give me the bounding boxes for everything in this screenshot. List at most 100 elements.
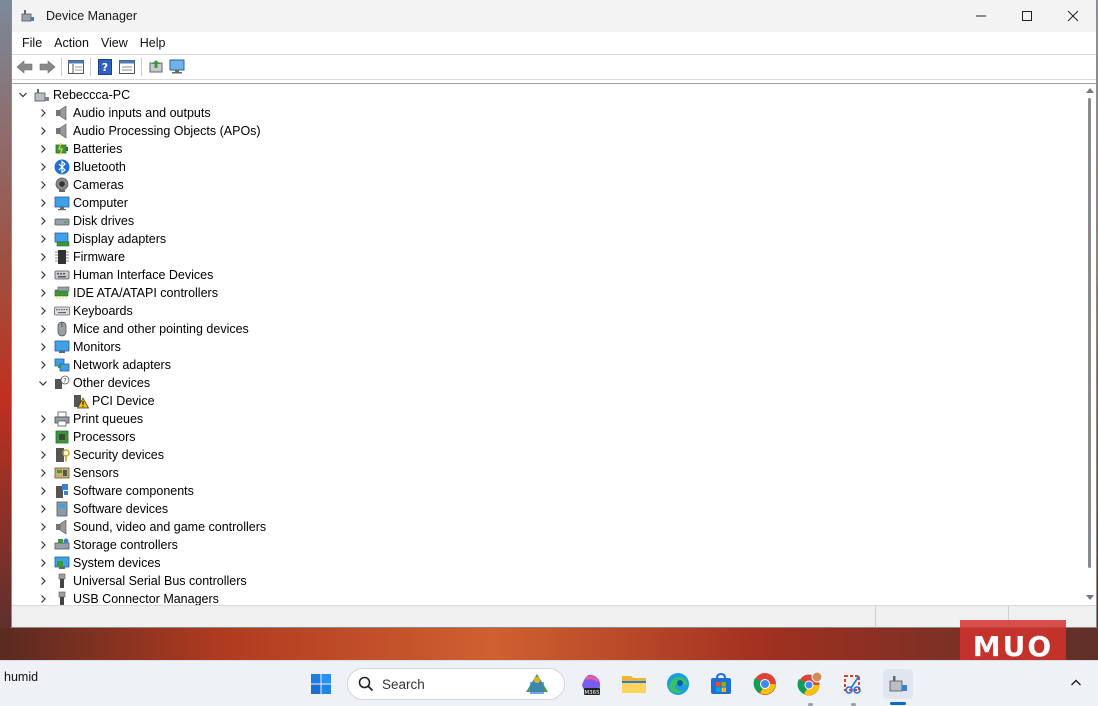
- menu-bar: File Action View Help: [12, 32, 1096, 54]
- tree-root[interactable]: Rebeccca-PC: [12, 86, 1082, 104]
- tree-item-sensors[interactable]: Sensors: [12, 464, 1082, 482]
- tree-item-storage-controllers[interactable]: Storage controllers: [12, 536, 1082, 554]
- scrollbar-thumb[interactable]: [1088, 98, 1091, 568]
- tree-item-ide-ata-atapi-controllers[interactable]: IDE ATA/ATAPI controllers: [12, 284, 1082, 302]
- chrome-profile-icon[interactable]: [795, 669, 825, 699]
- tree-item-audio-processing-objects-apos[interactable]: Audio Processing Objects (APOs): [12, 122, 1082, 140]
- collapse-chevron-icon[interactable]: [16, 86, 30, 104]
- copilot-m365-icon[interactable]: M365: [576, 669, 606, 699]
- expand-chevron-icon[interactable]: [36, 356, 50, 374]
- menu-file[interactable]: File: [16, 36, 48, 50]
- system-device-icon: [54, 555, 70, 571]
- taskbar-search-box[interactable]: Search: [347, 668, 565, 700]
- tree-item-mice-and-other-pointing-devices[interactable]: Mice and other pointing devices: [12, 320, 1082, 338]
- expand-chevron-icon[interactable]: [36, 302, 50, 320]
- expand-chevron-icon[interactable]: [36, 536, 50, 554]
- printer-icon: [54, 411, 70, 427]
- expand-chevron-icon[interactable]: [36, 158, 50, 176]
- expand-chevron-icon[interactable]: [36, 122, 50, 140]
- close-button[interactable]: [1050, 0, 1096, 32]
- tree-item-display-adapters[interactable]: Display adapters: [12, 230, 1082, 248]
- tree-item-keyboards[interactable]: Keyboards: [12, 302, 1082, 320]
- store-icon[interactable]: [706, 669, 736, 699]
- expand-chevron-icon[interactable]: [36, 230, 50, 248]
- back-button[interactable]: [14, 56, 36, 78]
- title-bar: Device Manager: [12, 0, 1096, 32]
- expand-chevron-icon[interactable]: [36, 446, 50, 464]
- expand-chevron-icon[interactable]: [36, 284, 50, 302]
- weather-widget[interactable]: humid: [4, 670, 38, 684]
- expand-chevron-icon[interactable]: [36, 464, 50, 482]
- help-icon[interactable]: ?: [94, 56, 116, 78]
- collapse-chevron-icon[interactable]: [36, 374, 50, 392]
- expand-chevron-icon[interactable]: [36, 140, 50, 158]
- expand-chevron-icon[interactable]: [36, 410, 50, 428]
- tree-item-pci-device[interactable]: PCI Device: [12, 392, 1082, 410]
- expand-chevron-icon[interactable]: [36, 554, 50, 572]
- expand-chevron-icon[interactable]: [36, 428, 50, 446]
- expand-chevron-icon[interactable]: [36, 104, 50, 122]
- toolbar-separator: [90, 58, 91, 76]
- storage-controller-icon: [54, 537, 70, 553]
- show-hide-console-tree-icon[interactable]: [65, 56, 87, 78]
- snipping-tool-icon[interactable]: [838, 669, 868, 699]
- expand-chevron-icon[interactable]: [36, 320, 50, 338]
- expand-chevron-icon[interactable]: [36, 482, 50, 500]
- tree-item-network-adapters[interactable]: Network adapters: [12, 356, 1082, 374]
- disk-drive-icon: [54, 213, 70, 229]
- vertical-scrollbar[interactable]: [1082, 84, 1096, 605]
- tree-item-firmware[interactable]: Firmware: [12, 248, 1082, 266]
- tree-item-processors[interactable]: Processors: [12, 428, 1082, 446]
- tree-item-usb-connector-managers[interactable]: USB Connector Managers: [12, 590, 1082, 605]
- forward-button[interactable]: [36, 56, 58, 78]
- update-driver-icon[interactable]: [145, 56, 167, 78]
- tree-item-disk-drives[interactable]: Disk drives: [12, 212, 1082, 230]
- menu-view[interactable]: View: [95, 36, 134, 50]
- expand-chevron-icon[interactable]: [36, 176, 50, 194]
- scan-hardware-changes-icon[interactable]: [167, 56, 189, 78]
- tree-item-monitors[interactable]: Monitors: [12, 338, 1082, 356]
- device-manager-app-icon: [20, 8, 36, 24]
- expand-chevron-icon[interactable]: [36, 266, 50, 284]
- svg-text:?: ?: [63, 377, 66, 385]
- tree-item-label: USB Connector Managers: [73, 592, 219, 605]
- tree-item-security-devices[interactable]: Security devices: [12, 446, 1082, 464]
- tree-item-software-devices[interactable]: Software devices: [12, 500, 1082, 518]
- start-icon[interactable]: [306, 669, 336, 699]
- expand-chevron-icon[interactable]: [36, 500, 50, 518]
- device-manager-icon[interactable]: [883, 669, 913, 699]
- tree-item-cameras[interactable]: Cameras: [12, 176, 1082, 194]
- tree-item-batteries[interactable]: Batteries: [12, 140, 1082, 158]
- tree-item-sound-video-and-game-controllers[interactable]: Sound, video and game controllers: [12, 518, 1082, 536]
- expand-chevron-icon[interactable]: [36, 212, 50, 230]
- tree-item-print-queues[interactable]: Print queues: [12, 410, 1082, 428]
- file-explorer-icon[interactable]: [619, 669, 649, 699]
- svg-text:M365: M365: [584, 690, 600, 696]
- tree-item-other-devices[interactable]: ? Other devices: [12, 374, 1082, 392]
- tree-item-software-components[interactable]: Software components: [12, 482, 1082, 500]
- tree-item-computer[interactable]: Computer: [12, 194, 1082, 212]
- scroll-down-icon[interactable]: [1086, 595, 1094, 600]
- menu-action[interactable]: Action: [48, 36, 95, 50]
- expand-chevron-icon[interactable]: [36, 248, 50, 266]
- keyboard-icon: [54, 303, 70, 319]
- properties-icon[interactable]: [116, 56, 138, 78]
- expand-chevron-icon[interactable]: [36, 338, 50, 356]
- tree-item-audio-inputs-and-outputs[interactable]: Audio inputs and outputs: [12, 104, 1082, 122]
- show-hidden-icons-chevron-icon[interactable]: [1070, 677, 1081, 687]
- expand-chevron-icon[interactable]: [36, 572, 50, 590]
- tree-item-bluetooth[interactable]: Bluetooth: [12, 158, 1082, 176]
- unknown-device-icon: ?: [54, 375, 70, 391]
- scroll-up-icon[interactable]: [1086, 88, 1094, 93]
- tree-item-system-devices[interactable]: System devices: [12, 554, 1082, 572]
- tree-item-universal-serial-bus-controllers[interactable]: Universal Serial Bus controllers: [12, 572, 1082, 590]
- menu-help[interactable]: Help: [134, 36, 172, 50]
- edge-icon[interactable]: [663, 669, 693, 699]
- expand-chevron-icon[interactable]: [36, 518, 50, 536]
- tree-item-human-interface-devices[interactable]: Human Interface Devices: [12, 266, 1082, 284]
- expand-chevron-icon[interactable]: [36, 590, 50, 605]
- minimize-button[interactable]: [958, 0, 1004, 32]
- expand-chevron-icon[interactable]: [36, 194, 50, 212]
- chrome-icon[interactable]: [750, 669, 780, 699]
- maximize-button[interactable]: [1004, 0, 1050, 32]
